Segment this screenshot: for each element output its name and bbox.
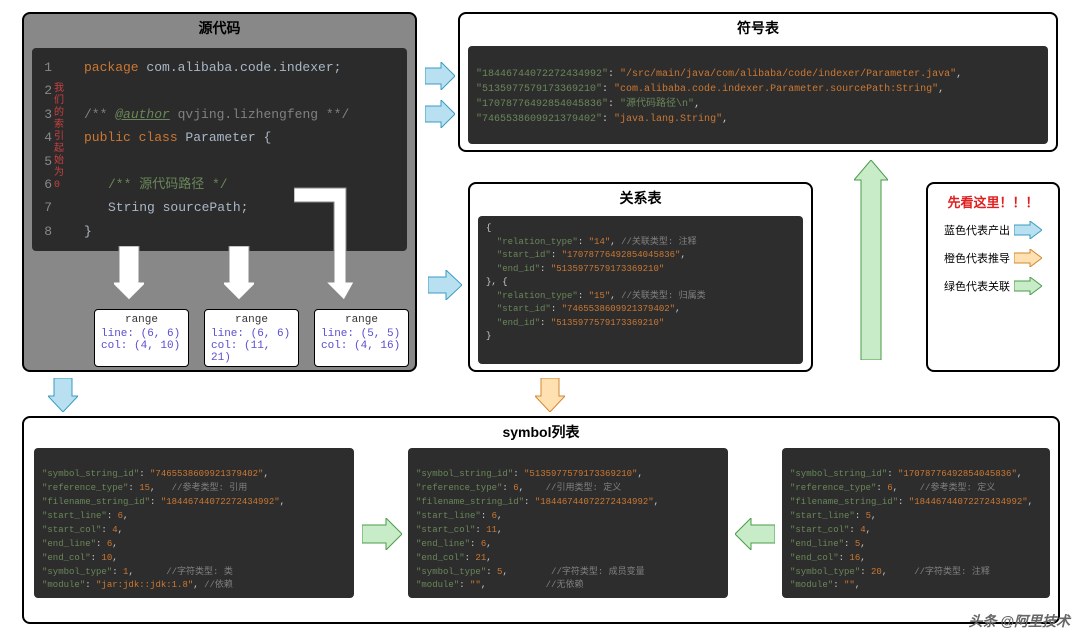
- arrow-right-blue-icon: [425, 100, 455, 128]
- symbol-card-2: "symbol_string_id": "5135977579173369210…: [408, 448, 728, 598]
- legend-panel: 先看这里！！！ 蓝色代表产出 橙色代表推导 绿色代表关联: [926, 182, 1060, 372]
- symbol-list-panel: symbol列表 "symbol_string_id": "7465538609…: [22, 416, 1060, 624]
- arrow-bent-icon: [294, 180, 364, 300]
- source-title: 源代码: [24, 14, 415, 42]
- arrow-down-orange-icon: [535, 378, 565, 412]
- arrow-right-blue-icon: [425, 62, 455, 90]
- legend-title: 先看这里！！！: [932, 192, 1054, 211]
- arrow-right-green-icon: [362, 518, 402, 550]
- arrow-right-orange-icon: [1014, 249, 1042, 267]
- arrow-up-green-icon: [854, 160, 888, 360]
- range-box-2: range line: (6, 6)col: (11, 21): [204, 309, 299, 367]
- symbol-list-title: symbol列表: [24, 418, 1058, 446]
- symbol-table-title: 符号表: [460, 14, 1056, 42]
- relation-panel: 关系表 { "relation_type": "14", //关联类型: 注释 …: [468, 182, 813, 372]
- legend-blue: 蓝色代表产出: [932, 221, 1054, 239]
- arrow-right-green-icon: [1014, 277, 1042, 295]
- gutter-annotation: 我们的 索引起 始为0: [54, 84, 64, 192]
- symbol-card-1: "symbol_string_id": "7465538609921379402…: [34, 448, 354, 598]
- legend-green: 绿色代表关联: [932, 277, 1054, 295]
- symbol-table-panel: 符号表 "18446744072272434992": "/src/main/j…: [458, 12, 1058, 152]
- source-code-panel: 源代码 1234 5678 我们的 索引起 始为0 package com.al…: [22, 12, 417, 372]
- legend-orange: 橙色代表推导: [932, 249, 1054, 267]
- relation-code: { "relation_type": "14", //关联类型: 注释 "sta…: [478, 216, 803, 364]
- arrow-down-blue-icon: [48, 378, 78, 412]
- arrow-down-icon: [224, 246, 254, 300]
- watermark: 头条 @阿里技术: [968, 611, 1070, 631]
- range-box-1: range line: (6, 6)col: (4, 10): [94, 309, 189, 367]
- relation-title: 关系表: [470, 184, 811, 212]
- symbol-card-3: "symbol_string_id": "1707877649285404583…: [782, 448, 1050, 598]
- arrow-right-blue-icon: [1014, 221, 1042, 239]
- arrow-right-blue-icon: [428, 270, 462, 300]
- line-gutter: 1234 5678 我们的 索引起 始为0: [32, 48, 56, 251]
- range-box-3: range line: (5, 5)col: (4, 16): [314, 309, 409, 367]
- symbol-table-code: "18446744072272434992": "/src/main/java/…: [468, 46, 1048, 144]
- arrow-down-icon: [114, 246, 144, 300]
- arrow-left-green-icon: [735, 518, 775, 550]
